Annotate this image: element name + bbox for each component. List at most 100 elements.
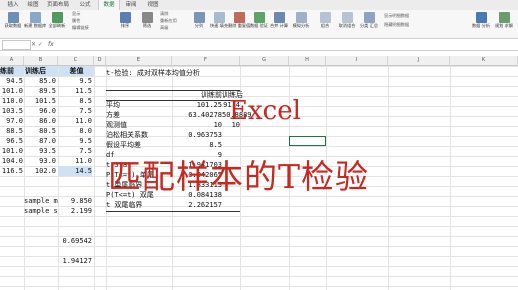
cell-c[interactable]: 11.0 [58, 116, 92, 126]
cell-b[interactable]: 102.0 [24, 166, 56, 176]
data-analysis-button[interactable]: 数据 分析 [470, 11, 492, 37]
cell-a[interactable]: 116.5 [0, 166, 23, 176]
cell-c[interactable]: 11.0 [58, 156, 92, 166]
column-header-a[interactable]: A [0, 56, 24, 65]
what-if-analysis-button[interactable]: 模拟分析 [290, 11, 312, 37]
analysis-row-label[interactable]: 泊松相关系数 [106, 130, 172, 140]
column-header-h[interactable]: H [289, 56, 326, 65]
analysis-row-value[interactable]: 0.963753 [172, 130, 222, 140]
clear-item[interactable]: 清除 [160, 11, 168, 17]
analysis-row-label[interactable]: t 双尾临界 [106, 200, 172, 210]
tab-page-layout[interactable]: 页面布局 [44, 0, 72, 10]
cell-a[interactable]: 110.0 [0, 96, 23, 106]
text-to-columns-button[interactable]: 分列 [188, 11, 210, 37]
cell-a[interactable]: 88.5 [0, 126, 23, 136]
analysis-row-value[interactable]: 8.5 [172, 140, 222, 150]
analysis-row-label[interactable]: 方差 [106, 110, 172, 120]
cell-b[interactable]: 96.0 [24, 106, 56, 116]
cell-a[interactable]: 101.0 [0, 146, 23, 156]
solver-button[interactable]: 规划 求解 [493, 11, 515, 37]
analysis-row-value[interactable]: 63.40278 [172, 110, 222, 120]
cell-a[interactable]: 104.0 [0, 156, 23, 166]
cell-c[interactable]: 9.5 [58, 76, 92, 86]
cell-b[interactable]: 93.5 [24, 146, 56, 156]
cell-c[interactable]: 9.5 [58, 136, 92, 146]
group-button[interactable]: 组合 [314, 11, 336, 37]
name-box[interactable] [2, 40, 31, 50]
cell-b[interactable]: 101.5 [24, 96, 56, 106]
analysis-row-value[interactable]: 101.25 [172, 100, 222, 110]
cell-c[interactable]: 8.0 [58, 126, 92, 136]
cell-a[interactable]: 103.5 [0, 106, 23, 116]
consolidate-button[interactable]: 合并 计算 [268, 11, 290, 37]
cell-a[interactable]: 101.0 [0, 86, 23, 96]
subtotal-button[interactable]: 分类 汇总 [358, 11, 380, 37]
reapply-item[interactable]: 重新应用 [160, 18, 177, 24]
column-header-b[interactable]: B [24, 56, 58, 65]
cell-a[interactable]: 96.5 [0, 136, 23, 146]
tab-formulas[interactable]: 公式 [76, 0, 94, 10]
filter-button[interactable]: 筛选 [136, 11, 158, 37]
tab-view[interactable]: 视图 [144, 0, 162, 10]
cell-c[interactable]: 11.5 [58, 86, 92, 96]
remove-duplicates-button[interactable]: 删除 重复值 [228, 11, 250, 37]
cell-c[interactable]: 7.5 [58, 106, 92, 116]
cell-a[interactable]: 94.5 [0, 76, 23, 86]
fx-icon[interactable]: fx [48, 40, 54, 49]
consolidate-icon [273, 12, 285, 23]
analysis-row-label[interactable]: 观测值 [106, 120, 172, 130]
analysis-row-value[interactable]: 10 [172, 120, 222, 130]
active-cell-selection[interactable] [289, 136, 326, 146]
flash-fill-button[interactable]: 快速 填充 [208, 11, 230, 37]
cell-b[interactable]: 93.0 [24, 156, 56, 166]
formula-cancel-confirm-icons[interactable]: ✕ ✓ [31, 40, 43, 49]
sample-mean-label[interactable]: sample m [24, 196, 58, 206]
col-b-header-cell[interactable]: 训练后 [25, 66, 58, 76]
advanced-item[interactable]: 高级 [160, 25, 168, 31]
analysis-title[interactable]: t-检验: 成对双样本均值分析 [106, 68, 200, 78]
cell-c[interactable]: 8.5 [58, 96, 92, 106]
refresh-all-button[interactable]: 全部刷新 [46, 11, 68, 37]
analysis-col-header[interactable]: 训练前 [172, 90, 222, 100]
cell-b[interactable]: 85.0 [24, 76, 56, 86]
sample-sd-value[interactable]: 2.199 [58, 206, 92, 216]
extra-value[interactable]: 1.94127 [58, 256, 92, 266]
tab-data[interactable]: 数据 [98, 0, 120, 10]
cell-b[interactable]: 89.5 [24, 86, 56, 96]
analysis-row-label[interactable]: 平均 [106, 100, 172, 110]
edit-links-item[interactable]: 编辑链接 [72, 25, 89, 31]
column-header-g[interactable]: G [240, 56, 289, 65]
show-queries-item[interactable]: 显示 [72, 11, 80, 17]
ungroup-button[interactable]: 取消组合 [336, 11, 358, 37]
tab-draw[interactable]: 绘图 [24, 0, 42, 10]
cell-b[interactable]: 86.0 [24, 116, 56, 126]
column-header-c[interactable]: C [58, 56, 94, 65]
column-header-i[interactable]: I [326, 56, 388, 65]
data-validation-button[interactable]: 数据 验证 [248, 11, 270, 37]
column-header-d[interactable]: D [94, 56, 106, 65]
column-header-e[interactable]: E [106, 56, 172, 65]
show-detail-item[interactable]: 显示明细数据 [384, 13, 409, 19]
get-data-button[interactable]: 获取数据 [2, 11, 24, 37]
col-c-header-cell[interactable]: 差值 [59, 66, 94, 76]
cell-c[interactable]: 14.5 [58, 166, 92, 176]
sample-sd-label[interactable]: sample s [24, 206, 58, 216]
hide-detail-item[interactable]: 隐藏明细数据 [384, 22, 409, 28]
analysis-row-label[interactable]: 假设平均差 [106, 140, 172, 150]
cell-c[interactable]: 7.5 [58, 146, 92, 156]
column-header-k[interactable]: K [450, 56, 518, 65]
tab-review[interactable]: 审阅 [122, 0, 140, 10]
cell-b[interactable]: 80.5 [24, 126, 56, 136]
sort-button[interactable]: 排序 [114, 11, 136, 37]
col-a-header-cell[interactable]: 练前 [0, 66, 24, 76]
column-header-j[interactable]: J [388, 56, 450, 65]
new-query-button[interactable]: 新建 数据库查询 [24, 11, 46, 37]
cell-a[interactable]: 97.0 [0, 116, 23, 126]
extra-value[interactable]: 0.69542 [58, 236, 92, 246]
analysis-row-value[interactable]: 2.262157 [172, 200, 222, 210]
column-header-f[interactable]: F [172, 56, 240, 65]
cell-b[interactable]: 87.0 [24, 136, 56, 146]
properties-item[interactable]: 属性 [72, 18, 80, 24]
tab-insert[interactable]: 插入 [4, 0, 22, 10]
sample-mean-value[interactable]: 9.850 [58, 196, 92, 206]
